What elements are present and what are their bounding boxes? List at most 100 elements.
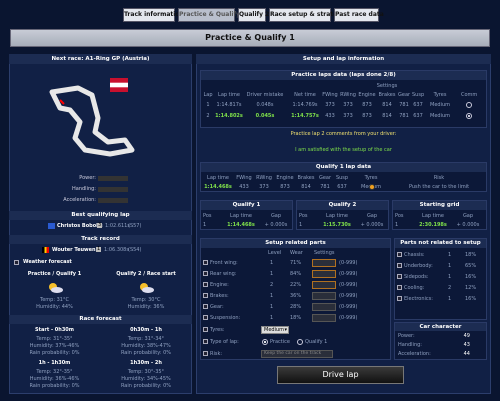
risk-input[interactable]: Keep the car on the track: [261, 350, 333, 358]
setup-part-name: Front wing:: [210, 260, 238, 266]
q1-lap-cell: 1:14.468s: [204, 184, 232, 190]
practice-lap-cell: 373: [343, 113, 353, 119]
practice-laps-header: Comm: [461, 92, 478, 98]
other-part-checkbox[interactable]: [397, 285, 402, 290]
risk-checkbox[interactable]: [203, 351, 208, 356]
race-forecast-header: Race forecast: [9, 315, 192, 324]
setup-part-checkbox[interactable]: [203, 304, 208, 309]
comment-radio[interactable]: [466, 113, 472, 119]
q1-lap-cell: 373: [259, 184, 269, 190]
metric-acceleration-bar: [98, 198, 128, 203]
practice-laps-header: Engine: [358, 92, 376, 98]
q1-lap-header: Engine: [276, 175, 294, 181]
other-part-name: Chassis:: [404, 252, 425, 258]
setup-part-settings-input[interactable]: [312, 303, 336, 311]
metric-acceleration-label: Acceleration:: [63, 197, 96, 203]
other-parts-title: Parts not related to setup: [395, 239, 486, 248]
setup-part-settings-input[interactable]: [312, 281, 336, 289]
setup-part-range: (0-999): [339, 282, 358, 288]
practice-lap-cell: 0.048s: [256, 102, 274, 108]
practice-lap-cell: 637: [413, 113, 423, 119]
practice-lap-cell: 1:14.817s: [216, 102, 242, 108]
setup-part-settings-input[interactable]: [312, 292, 336, 300]
lap-type-checkbox[interactable]: [203, 339, 208, 344]
lap-type-qualify1-label: Qualify 1: [305, 339, 328, 345]
other-part-checkbox[interactable]: [397, 263, 402, 268]
q1-lap-cell: Push the car to the limit: [408, 184, 470, 190]
best-lap-driver[interactable]: Christos Bobolis: [57, 224, 103, 229]
other-part-level: 1: [448, 274, 452, 280]
setup-part-settings-input[interactable]: [312, 259, 336, 267]
q2-weather-title: Qualify 2 / Race start: [116, 271, 176, 277]
q2-result-header: Pos: [299, 213, 308, 219]
lap-type-label: Type of lap:: [210, 339, 239, 345]
other-part-name: Underbody:: [404, 263, 433, 269]
q1-lap-cell: 873: [280, 184, 290, 190]
other-part-checkbox[interactable]: [397, 252, 402, 257]
grid-result-cell: 1: [395, 222, 399, 228]
tab-qualify-2[interactable]: Qualify 2: [238, 8, 269, 22]
tyres-checkbox[interactable]: [203, 327, 208, 332]
comment-radio[interactable]: [466, 102, 472, 108]
car-power-label: Power:: [398, 333, 415, 339]
metric-handling-bar: [98, 187, 128, 192]
other-part-checkbox[interactable]: [397, 274, 402, 279]
lap-type-practice-radio[interactable]: [262, 339, 268, 345]
setup-part-wear: 18%: [290, 315, 302, 321]
setup-part-checkbox[interactable]: [203, 271, 208, 276]
track-record-driver[interactable]: Wouter Teuwen: [52, 248, 96, 253]
q1-result-cell: 1: [203, 222, 207, 228]
setup-parts-title: Setup related parts: [201, 239, 390, 248]
q1-lap-cell: 433: [239, 184, 249, 190]
forecast-slot-rain: Rain probability: 0%: [120, 383, 172, 389]
practice-lap-cell: 814: [382, 102, 392, 108]
setup-part-checkbox[interactable]: [203, 315, 208, 320]
practice-lap-cell: 433: [325, 113, 335, 119]
drive-lap-button[interactable]: Drive lap: [277, 366, 404, 384]
forecast-slot-temp: Temp: 32°-35°: [36, 369, 73, 375]
practice-laps-header: Tyres: [433, 92, 447, 98]
setup-part-range: (0-999): [339, 260, 358, 266]
forecast-slot-rain: Rain probability: 0%: [120, 350, 172, 356]
forecast-slot-humidity: Humidity: 37%-46%: [29, 343, 80, 349]
setup-level-header: Level: [268, 250, 282, 256]
q1-lap-data-title: Qualify 1 lap data: [201, 163, 486, 172]
tyres-select[interactable]: Medium ▾: [261, 326, 289, 334]
austria-flag-icon: [110, 78, 128, 92]
setup-part-wear: 84%: [290, 271, 302, 277]
setup-lap-info-header: Setup and lap information: [196, 54, 491, 64]
grid-result-cell: 2:30.198s: [419, 222, 447, 228]
practice-laps-header: Brakes: [378, 92, 396, 98]
tab-track-information[interactable]: Track information: [123, 8, 184, 22]
q2-temp: Temp: 30°C: [131, 297, 161, 303]
tab-practice-qualify-1[interactable]: Practice & Qualify 1: [178, 8, 246, 22]
setup-part-checkbox[interactable]: [203, 282, 208, 287]
setup-part-level: 1: [270, 315, 274, 321]
other-part-wear: 65%: [465, 263, 477, 269]
setup-part-checkbox[interactable]: [203, 293, 208, 298]
weather-toggle-checkbox[interactable]: [14, 260, 19, 265]
q2-humidity: Humidity: 36%: [127, 304, 165, 310]
other-part-checkbox[interactable]: [397, 296, 402, 301]
setup-part-settings-input[interactable]: [312, 314, 336, 322]
driver-comments-title: Practice lap 2 comments from your driver…: [290, 131, 397, 137]
lap-type-qualify1-radio[interactable]: [297, 339, 303, 345]
setup-part-level: 1: [270, 293, 274, 299]
q1-lap-header: Gear: [318, 175, 332, 181]
setup-part-name: Gear:: [210, 304, 224, 310]
setup-part-checkbox[interactable]: [203, 260, 208, 265]
tab-race-setup-strategy[interactable]: Race setup & strategy: [269, 8, 345, 22]
car-character-title: Car character: [395, 323, 486, 331]
setup-part-settings-input[interactable]: [312, 270, 336, 278]
q1-lap-header: Risk: [433, 175, 445, 181]
tab-past-race-data[interactable]: Past race data: [334, 8, 384, 22]
practice-laps-header: Lap time: [218, 92, 240, 98]
grid-result-cell: + 0.000s: [456, 222, 480, 228]
driver-flag-icon: [42, 247, 49, 253]
other-part-level: 1: [448, 296, 452, 302]
car-handling-label: Handling:: [398, 342, 422, 348]
practice-lap-cell: 1:14.802s: [215, 113, 243, 119]
car-acceleration-label: Acceleration:: [398, 351, 431, 357]
q2-result-header: Lap time: [326, 213, 348, 219]
settings-label: Settings: [376, 83, 398, 89]
